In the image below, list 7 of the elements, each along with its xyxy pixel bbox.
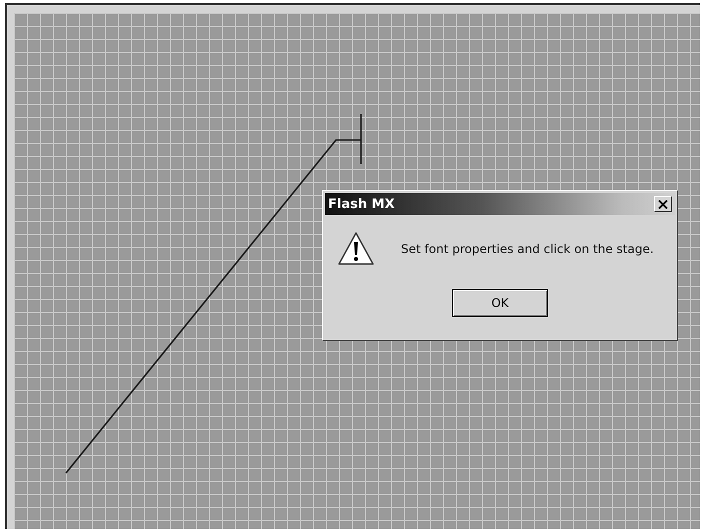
cursor-line bbox=[360, 114, 362, 164]
close-icon bbox=[658, 200, 668, 208]
ok-button[interactable]: OK bbox=[452, 289, 548, 317]
dialog-title: Flash MX bbox=[328, 196, 395, 212]
warning-icon bbox=[337, 231, 375, 267]
close-button[interactable] bbox=[654, 196, 672, 212]
dialog-message: Set font properties and click on the stage. bbox=[401, 242, 654, 256]
